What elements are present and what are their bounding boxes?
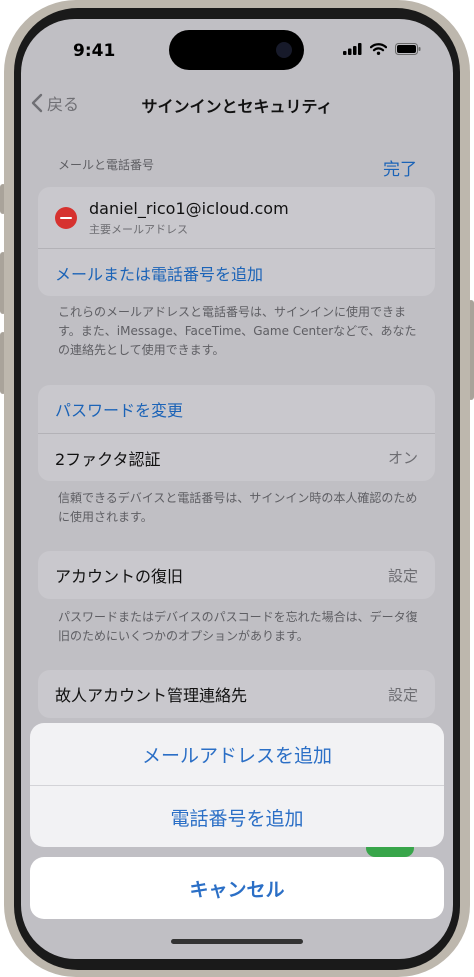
security-group: パスワードを変更 2ファクタ認証 オン xyxy=(38,385,435,481)
remove-icon[interactable] xyxy=(55,206,77,229)
cellular-signal-icon xyxy=(343,43,362,55)
camera-icon xyxy=(276,42,292,58)
two-factor-row[interactable]: 2ファクタ認証 オン xyxy=(38,433,435,481)
status-time: 9:41 xyxy=(73,41,116,61)
email-text-block: daniel_rico1@icloud.com 主要メールアドレス xyxy=(89,199,289,237)
two-factor-value: オン xyxy=(387,449,418,467)
email-address: daniel_rico1@icloud.com xyxy=(89,198,289,218)
security-section-note: 信頼できるデバイスと電話番号は、サインイン時の本人確認のために使用されます。 xyxy=(58,491,418,524)
change-password-link[interactable]: パスワードを変更 xyxy=(55,397,183,421)
legacy-contact-group: 故人アカウント管理連絡先 設定 xyxy=(38,670,435,718)
battery-icon xyxy=(395,43,421,55)
account-recovery-value: 設定 xyxy=(387,566,418,585)
status-icons xyxy=(343,43,421,55)
email-row[interactable]: daniel_rico1@icloud.com 主要メールアドレス xyxy=(38,187,435,248)
add-email-or-phone-row[interactable]: メールまたは電話番号を追加 xyxy=(38,248,435,296)
email-section-header: メールと電話番号 xyxy=(58,158,155,172)
home-indicator xyxy=(171,939,303,944)
email-subtitle: 主要メールアドレス xyxy=(89,222,188,236)
add-phone-button[interactable]: 電話番号を追加 xyxy=(30,785,444,847)
account-recovery-row[interactable]: アカウントの復旧 設定 xyxy=(38,551,435,599)
dynamic-island xyxy=(169,30,304,70)
two-factor-label: 2ファクタ認証 xyxy=(55,449,161,469)
account-recovery-label: アカウントの復旧 xyxy=(55,567,184,586)
add-email-button[interactable]: メールアドレスを追加 xyxy=(30,723,444,785)
wifi-icon xyxy=(370,43,387,55)
recovery-section-note: パスワードまたはデバイスのパスコードを忘れた場合は、データ復旧のためにいくつかの… xyxy=(58,610,418,643)
cancel-button[interactable]: キャンセル xyxy=(30,857,444,919)
email-group: daniel_rico1@icloud.com 主要メールアドレス メールまたは… xyxy=(38,187,435,296)
change-password-row[interactable]: パスワードを変更 xyxy=(38,385,435,433)
done-button[interactable]: 完了 xyxy=(383,155,417,180)
legacy-contact-label: 故人アカウント管理連絡先 xyxy=(55,686,248,705)
legacy-contact-row[interactable]: 故人アカウント管理連絡先 設定 xyxy=(38,670,435,718)
add-email-or-phone-link[interactable]: メールまたは電話番号を追加 xyxy=(55,261,263,285)
recovery-group: アカウントの復旧 設定 xyxy=(38,551,435,599)
screen: 9:41 戻る サインインとセキュリティ メールと電話番号 完了 daniel_… xyxy=(21,19,453,959)
action-sheet: メールアドレスを追加 電話番号を追加 xyxy=(30,723,444,847)
email-section-note: これらのメールアドレスと電話番号は、サインインに使用できます。また、iMessa… xyxy=(58,305,417,357)
legacy-contact-value: 設定 xyxy=(387,685,418,704)
page-title: サインインとセキュリティ xyxy=(141,97,333,116)
